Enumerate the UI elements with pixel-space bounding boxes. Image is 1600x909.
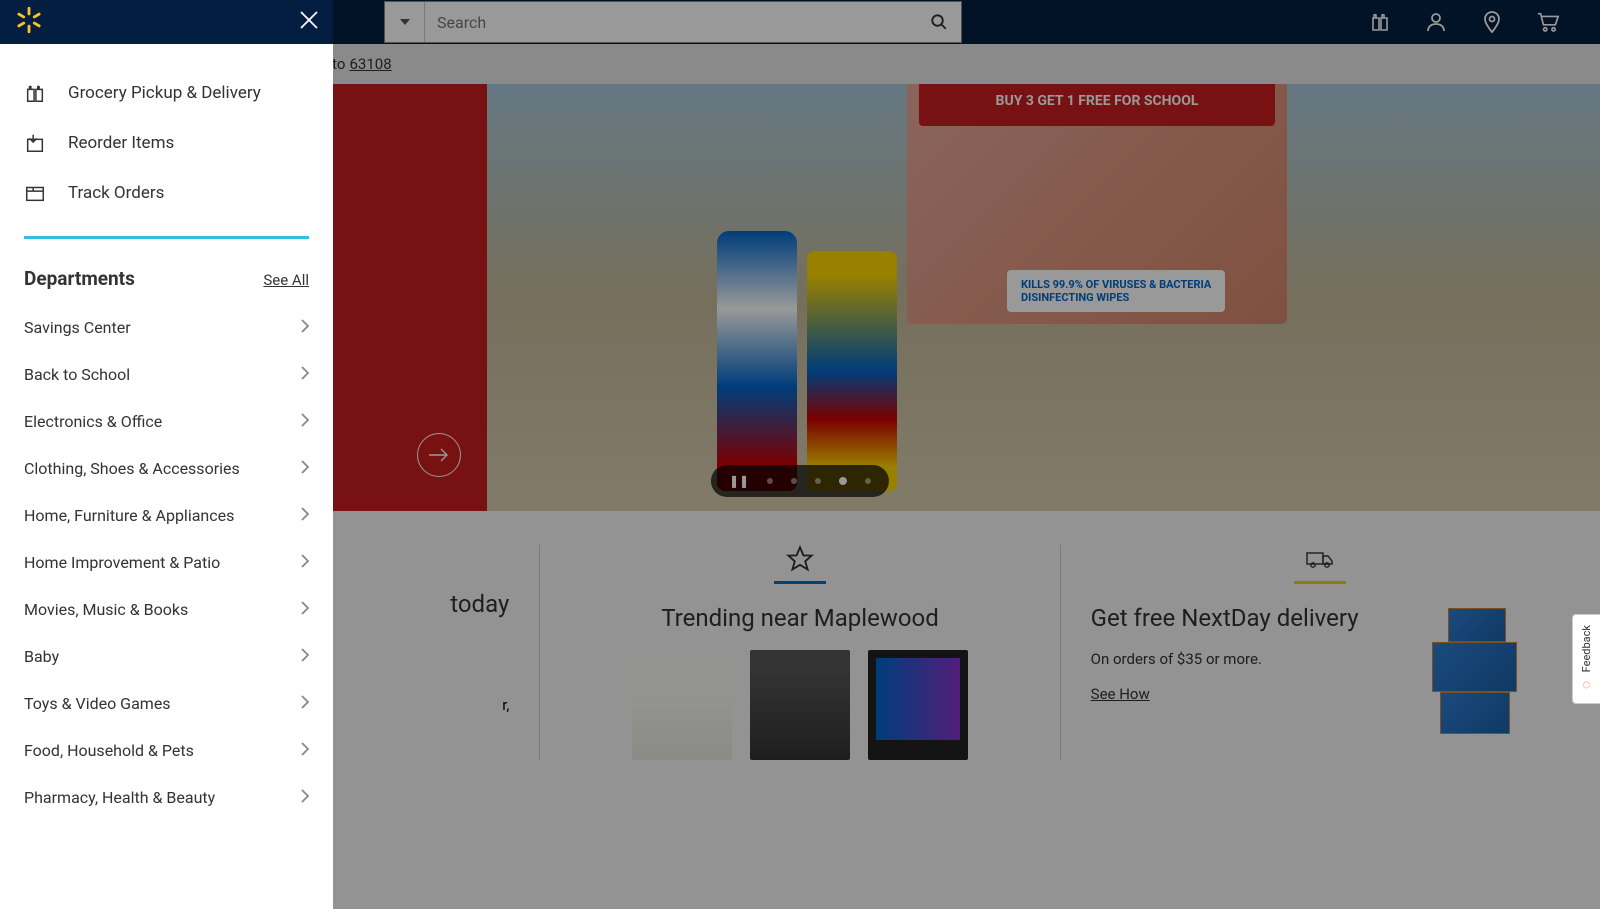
- department-item[interactable]: Electronics & Office: [24, 398, 309, 445]
- package-icon: [24, 182, 46, 204]
- department-item[interactable]: Pharmacy, Health & Beauty: [24, 774, 309, 821]
- quick-link-track[interactable]: Track Orders: [24, 168, 309, 218]
- quick-link-label: Grocery Pickup & Delivery: [68, 83, 261, 103]
- departments-header: Departments See All: [0, 239, 333, 304]
- department-label: Home Improvement & Patio: [24, 553, 220, 572]
- departments-list: Savings Center Back to School Electronics …: [0, 304, 333, 841]
- chevron-right-icon: [301, 365, 309, 384]
- quick-links: Grocery Pickup & Delivery Reorder Items …: [0, 44, 333, 218]
- chevron-right-icon: [301, 600, 309, 619]
- department-label: Pharmacy, Health & Beauty: [24, 788, 215, 807]
- department-label: Baby: [24, 647, 59, 666]
- department-label: Electronics & Office: [24, 412, 162, 431]
- feedback-label: Feedback: [1580, 625, 1593, 672]
- department-item[interactable]: Home, Furniture & Appliances: [24, 492, 309, 539]
- departments-heading: Departments: [24, 267, 135, 290]
- department-label: Home, Furniture & Appliances: [24, 506, 234, 525]
- walmart-logo[interactable]: [14, 5, 44, 39]
- quick-link-label: Track Orders: [68, 183, 164, 203]
- department-label: Movies, Music & Books: [24, 600, 188, 619]
- chevron-right-icon: [301, 647, 309, 666]
- chat-icon: ◌: [1582, 676, 1590, 693]
- quick-link-reorder[interactable]: Reorder Items: [24, 118, 309, 168]
- side-navigation: Grocery Pickup & Delivery Reorder Items …: [0, 0, 333, 909]
- department-label: Savings Center: [24, 318, 131, 337]
- quick-link-grocery[interactable]: Grocery Pickup & Delivery: [24, 68, 309, 118]
- department-item[interactable]: Back to School: [24, 351, 309, 398]
- department-item[interactable]: Home Improvement & Patio: [24, 539, 309, 586]
- chevron-right-icon: [301, 741, 309, 760]
- department-label: Toys & Video Games: [24, 694, 171, 713]
- quick-link-label: Reorder Items: [68, 133, 174, 153]
- chevron-right-icon: [301, 506, 309, 525]
- chevron-right-icon: [301, 553, 309, 572]
- chevron-right-icon: [301, 459, 309, 478]
- chevron-right-icon: [301, 694, 309, 713]
- department-item[interactable]: Baby: [24, 633, 309, 680]
- department-label: Food, Household & Pets: [24, 741, 194, 760]
- chevron-right-icon: [301, 318, 309, 337]
- grocery-bag-icon: [24, 82, 46, 104]
- see-all-link[interactable]: See All: [263, 271, 309, 289]
- department-label: Clothing, Shoes & Accessories: [24, 459, 240, 478]
- close-menu-button[interactable]: [299, 10, 319, 34]
- department-item[interactable]: Clothing, Shoes & Accessories: [24, 445, 309, 492]
- feedback-tab[interactable]: Feedback ◌: [1572, 614, 1600, 704]
- department-label: Back to School: [24, 365, 130, 384]
- side-menu-header: [0, 0, 333, 44]
- chevron-right-icon: [301, 412, 309, 431]
- chevron-right-icon: [301, 788, 309, 807]
- reorder-icon: [24, 132, 46, 154]
- department-item[interactable]: Food, Household & Pets: [24, 727, 309, 774]
- department-item[interactable]: Toys & Video Games: [24, 680, 309, 727]
- department-item[interactable]: Movies, Music & Books: [24, 586, 309, 633]
- department-item[interactable]: Savings Center: [24, 304, 309, 351]
